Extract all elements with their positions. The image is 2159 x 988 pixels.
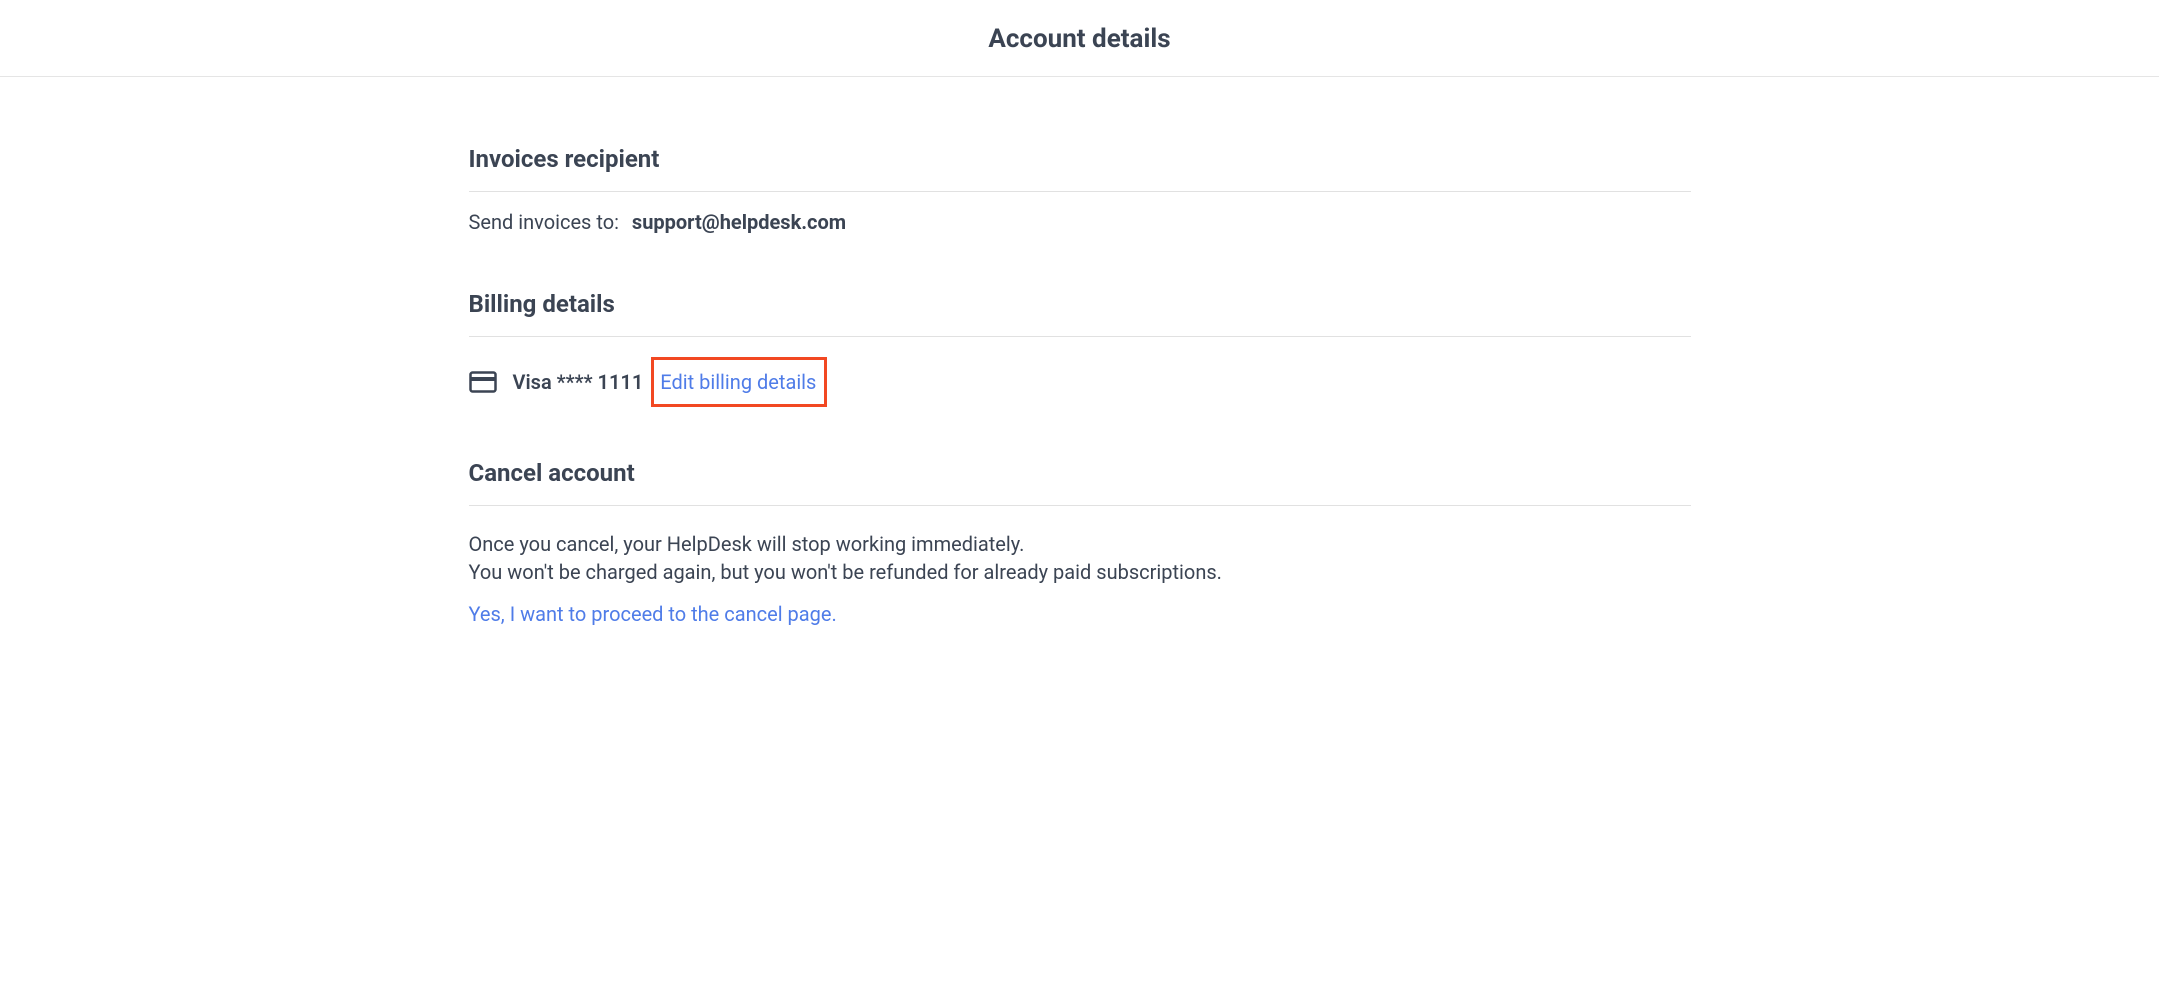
cancel-line1: Once you cancel, your HelpDesk will stop… bbox=[469, 530, 1691, 558]
invoices-email: support@helpdesk.com bbox=[632, 210, 846, 234]
invoices-label: Send invoices to: bbox=[469, 210, 619, 234]
edit-billing-highlight: Edit billing details bbox=[651, 357, 827, 407]
invoices-row: Send invoices to: support@helpdesk.com bbox=[469, 210, 1691, 234]
cancel-line2: You won't be charged again, but you won'… bbox=[469, 558, 1691, 586]
cancel-proceed-link[interactable]: Yes, I want to proceed to the cancel pag… bbox=[469, 602, 837, 626]
cancel-section: Cancel account Once you cancel, your Hel… bbox=[469, 459, 1691, 626]
page-title: Account details bbox=[0, 24, 2159, 54]
page-header: Account details bbox=[0, 0, 2159, 77]
edit-billing-link[interactable]: Edit billing details bbox=[660, 370, 816, 394]
cancel-section-title: Cancel account bbox=[469, 459, 1691, 506]
billing-section: Billing details Visa **** 1111 Edit bill… bbox=[469, 290, 1691, 403]
invoices-section-title: Invoices recipient bbox=[469, 145, 1691, 192]
card-info: Visa **** 1111 bbox=[513, 370, 644, 394]
invoices-section: Invoices recipient Send invoices to: sup… bbox=[469, 145, 1691, 234]
cancel-description: Once you cancel, your HelpDesk will stop… bbox=[469, 524, 1691, 586]
billing-row: Visa **** 1111 Edit billing details bbox=[469, 355, 1691, 403]
credit-card-icon bbox=[469, 371, 497, 393]
page-content: Invoices recipient Send invoices to: sup… bbox=[449, 77, 1711, 626]
billing-section-title: Billing details bbox=[469, 290, 1691, 337]
